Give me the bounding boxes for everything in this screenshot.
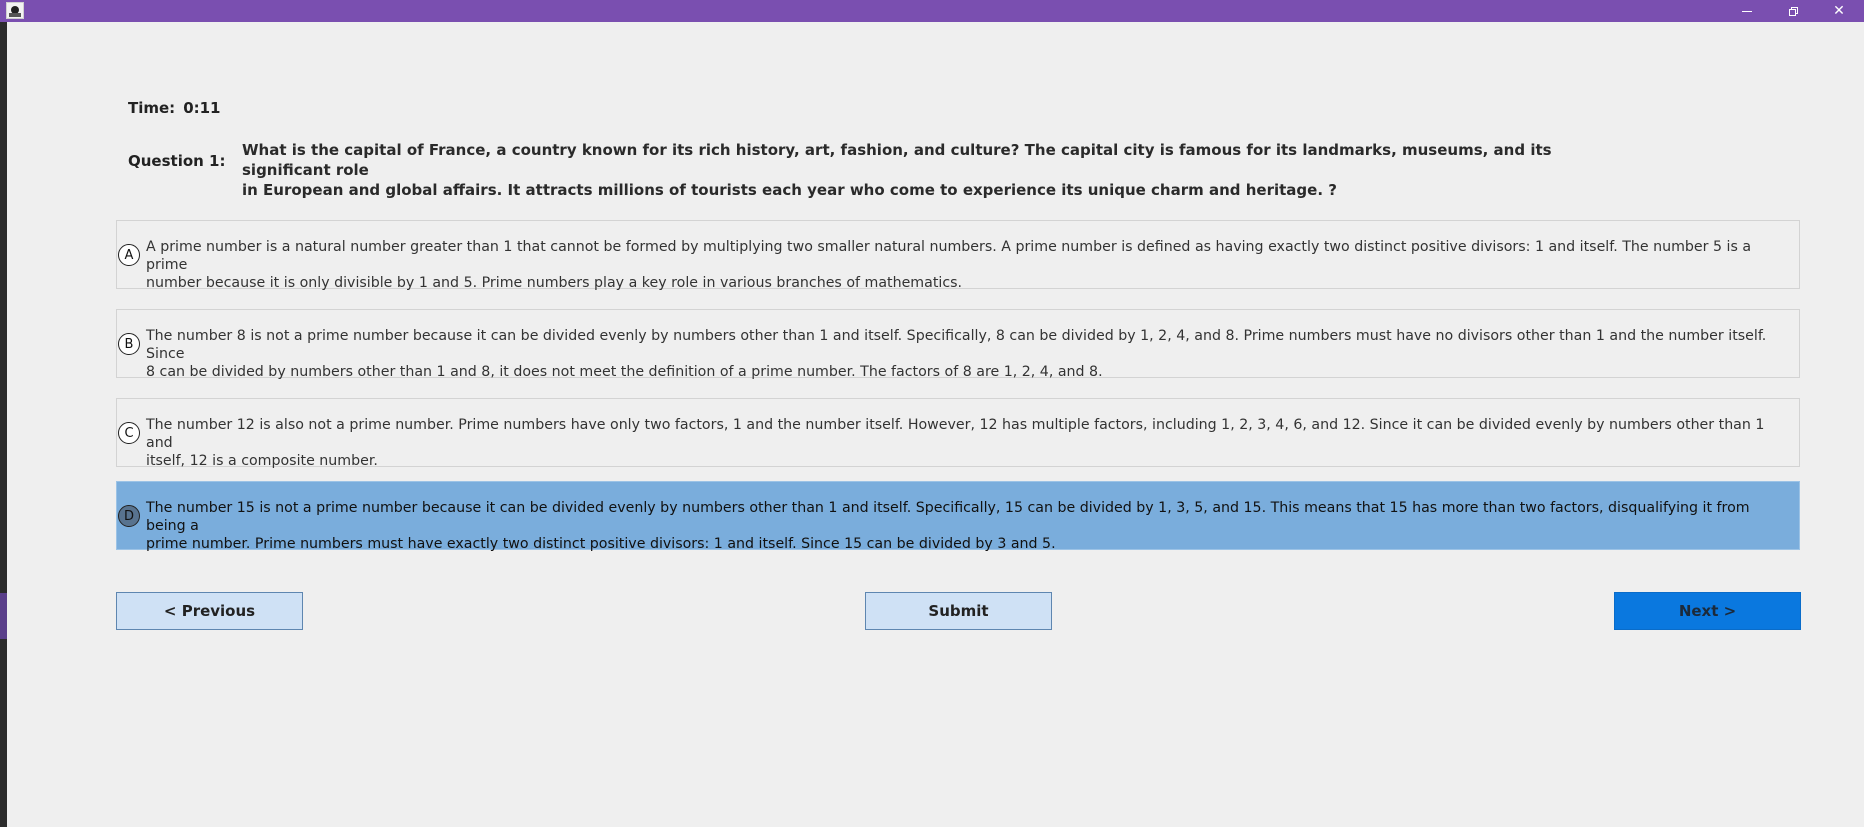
close-button[interactable]: ✕	[1816, 0, 1862, 22]
option-text-line: The number 15 is not a prime number beca…	[146, 500, 1750, 534]
close-icon: ✕	[1833, 3, 1845, 19]
option-c-text: The number 12 is also not a prime number…	[146, 416, 1791, 470]
timer-value: 0:11	[183, 99, 221, 117]
option-b-radio[interactable]: B	[118, 333, 140, 355]
app-icon	[6, 2, 24, 19]
question-text-line: in European and global affairs. It attra…	[242, 181, 1337, 199]
option-b-text: The number 8 is not a prime number becau…	[146, 327, 1791, 381]
timer-label: Time:	[128, 99, 176, 117]
option-text-line: number because it is only divisible by 1…	[146, 275, 963, 291]
desktop-edge-accent	[0, 593, 7, 639]
restore-button[interactable]	[1770, 0, 1816, 22]
option-text-line: The number 8 is not a prime number becau…	[146, 328, 1767, 362]
minimize-button[interactable]	[1724, 0, 1770, 22]
option-d-radio[interactable]: D	[118, 505, 140, 527]
option-text-line: A prime number is a natural number great…	[146, 239, 1752, 273]
option-c[interactable]: C The number 12 is also not a prime numb…	[116, 398, 1800, 470]
minimize-icon	[1742, 10, 1752, 12]
quiz-window: Time: 0:11 Question 1: What is the capita…	[7, 0, 1864, 827]
option-d[interactable]: D The number 15 is not a prime number be…	[116, 481, 1800, 553]
option-a-text: A prime number is a natural number great…	[146, 238, 1791, 292]
title-bar[interactable]: ✕	[0, 0, 1864, 22]
option-a-radio[interactable]: A	[118, 244, 140, 266]
timer: Time: 0:11	[128, 99, 221, 117]
option-b[interactable]: B The number 8 is not a prime number bec…	[116, 309, 1800, 381]
option-d-text: The number 15 is not a prime number beca…	[146, 499, 1791, 553]
question-text-line: What is the capital of France, a country…	[242, 141, 1552, 179]
next-button[interactable]: Next >	[1614, 592, 1801, 630]
option-a[interactable]: A A prime number is a natural number gre…	[116, 220, 1800, 292]
question-text: What is the capital of France, a country…	[242, 140, 1642, 200]
option-text-line: 8 can be divided by numbers other than 1…	[146, 364, 1103, 380]
option-text-line: prime number. Prime numbers must have ex…	[146, 536, 1056, 552]
previous-button[interactable]: < Previous	[116, 592, 303, 630]
question-label: Question 1:	[128, 152, 226, 170]
desktop-edge	[0, 0, 7, 827]
option-text-line: itself, 12 is a composite number.	[146, 453, 378, 469]
submit-button[interactable]: Submit	[865, 592, 1052, 630]
option-text-line: The number 12 is also not a prime number…	[146, 417, 1765, 451]
option-c-radio[interactable]: C	[118, 422, 140, 444]
restore-icon	[1788, 6, 1798, 16]
